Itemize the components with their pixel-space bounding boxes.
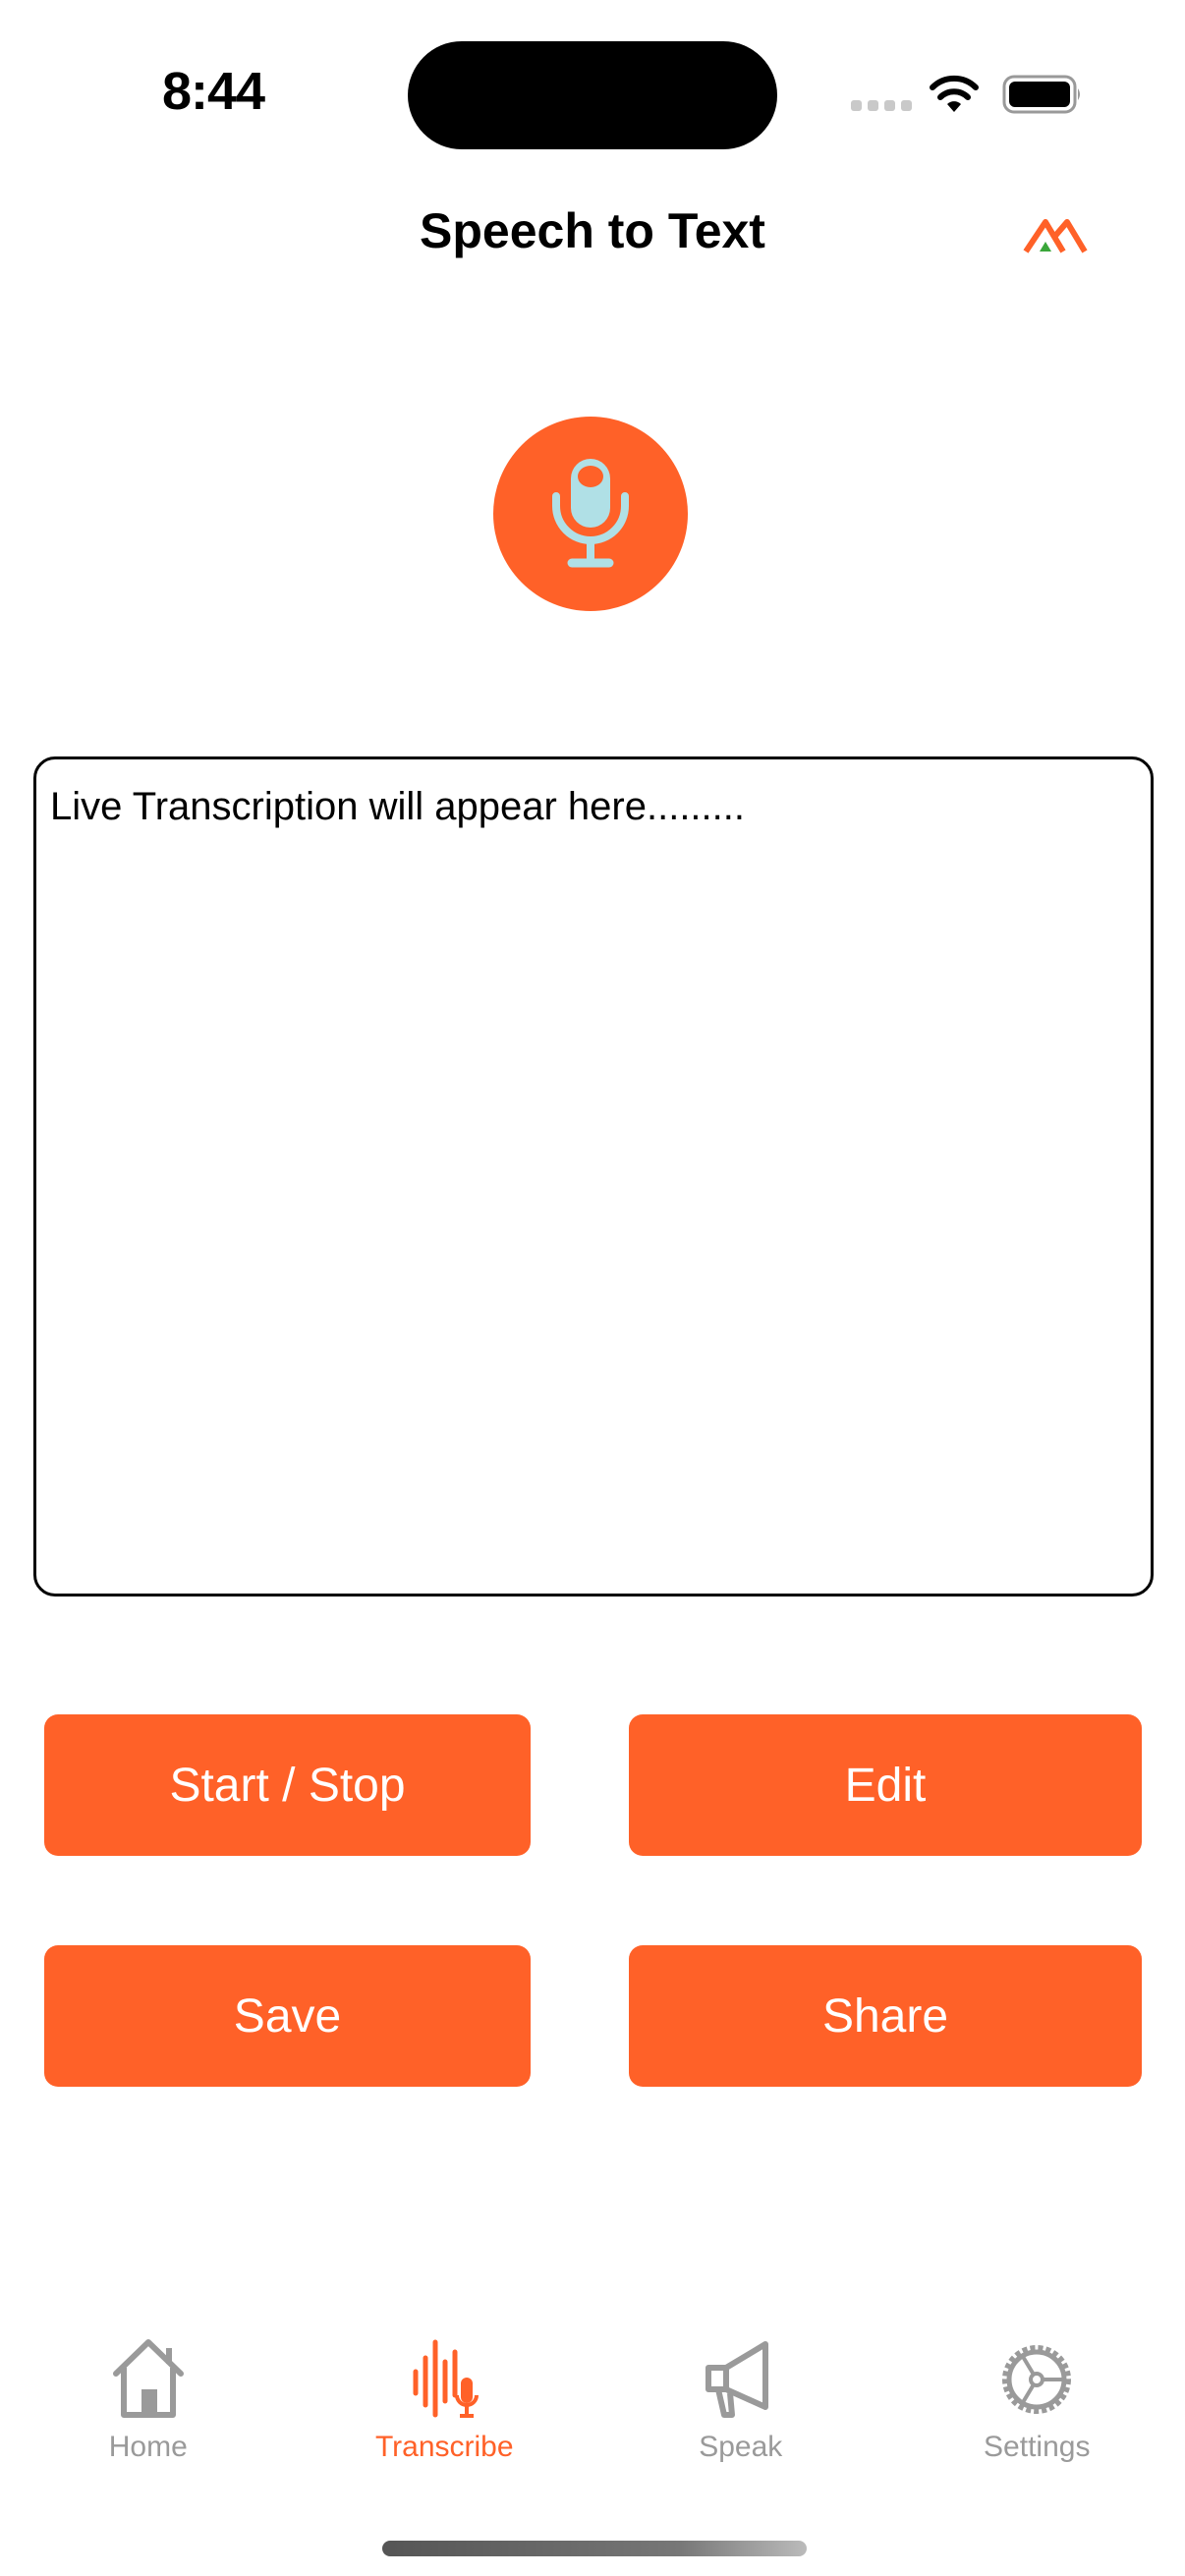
megaphone-icon <box>705 2341 768 2418</box>
brand-logo-icon <box>1023 219 1088 253</box>
page-title: Speech to Text <box>420 203 765 258</box>
home-indicator[interactable] <box>382 2541 807 2556</box>
house-icon <box>112 2339 184 2418</box>
battery-icon <box>1002 75 1080 114</box>
microphone-button[interactable] <box>493 417 688 611</box>
save-button[interactable]: Save <box>44 1945 531 2087</box>
status-time: 8:44 <box>162 62 265 121</box>
tab-home[interactable]: Home <box>0 2338 297 2495</box>
microphone-icon <box>552 459 629 568</box>
share-button[interactable]: Share <box>629 1945 1142 2087</box>
gear-icon <box>1002 2345 1072 2414</box>
waveform-mic-icon <box>413 2339 480 2418</box>
start-stop-button[interactable]: Start / Stop <box>44 1714 531 1856</box>
tab-settings[interactable]: Settings <box>889 2338 1185 2495</box>
tab-bar: Home Transcribe Speak Settings <box>0 2338 1185 2495</box>
wifi-icon <box>930 75 979 112</box>
tab-transcribe[interactable]: Transcribe <box>297 2338 593 2495</box>
tab-label: Speak <box>699 2431 783 2463</box>
dynamic-island <box>408 41 777 149</box>
transcription-text-area[interactable]: Live Transcription will appear here.....… <box>33 756 1154 1596</box>
tab-label: Settings <box>984 2431 1091 2463</box>
tab-label: Transcribe <box>374 2431 514 2463</box>
transcription-placeholder: Live Transcription will appear here.....… <box>50 785 745 828</box>
edit-button[interactable]: Edit <box>629 1714 1142 1856</box>
tab-label: Home <box>108 2431 188 2463</box>
cellular-signal-icon <box>851 100 912 111</box>
tab-speak[interactable]: Speak <box>592 2338 889 2495</box>
